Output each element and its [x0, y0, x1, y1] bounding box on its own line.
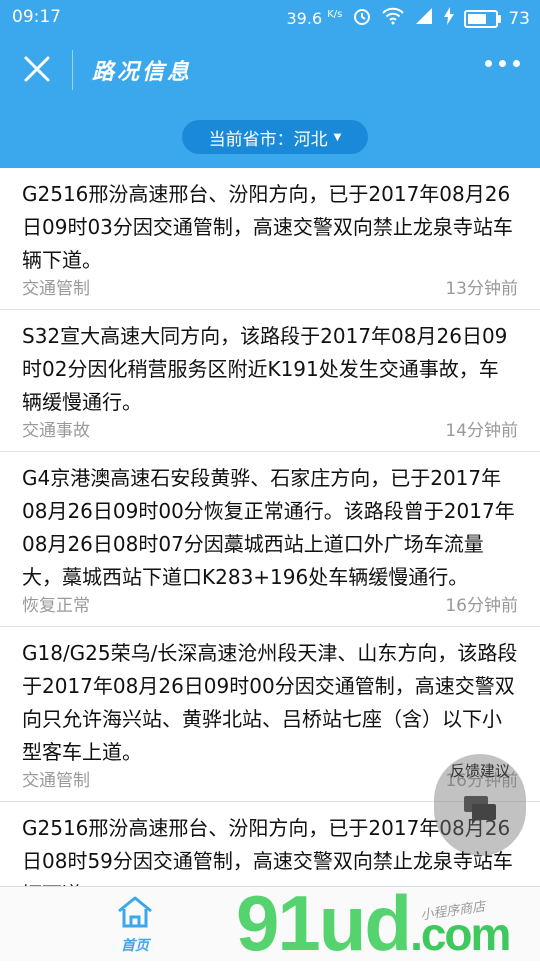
list-item[interactable]: G2516邢汾高速邢台、汾阳方向，已于2017年08月26日09时03分因交通管… [0, 168, 540, 310]
watermark-main: 91ud [236, 879, 412, 967]
item-time: 16分钟前 [445, 596, 518, 616]
province-bar: 当前省市：河北 ▼ [0, 106, 540, 168]
speed-value: 39.6 [286, 9, 323, 28]
battery-icon [464, 9, 502, 28]
item-category: 交通管制 [22, 771, 90, 791]
item-text: G18/G25荣乌/长深高速沧州段天津、山东方向，该路段于2017年08月26日… [22, 641, 518, 764]
home-label: 首页 [121, 938, 149, 954]
wifi-icon [382, 7, 405, 30]
signal-icon [414, 7, 434, 30]
nav-home[interactable]: 首页 [110, 895, 160, 955]
alarm-icon [352, 6, 372, 31]
title-bar: 路况信息 [0, 34, 540, 106]
list-item[interactable]: S32宣大高速大同方向，该路段于2017年08月26日09时02分因化稍营服务区… [0, 310, 540, 452]
speed-unit: K/s [327, 9, 343, 20]
home-icon [115, 896, 155, 933]
close-icon[interactable] [22, 54, 52, 84]
item-category: 恢复正常 [22, 596, 90, 616]
charging-icon [444, 7, 455, 30]
network-speed: 39.6 K/s [287, 9, 343, 28]
item-time: 14分钟前 [445, 421, 518, 441]
item-time: 13分钟前 [445, 279, 518, 299]
more-options-icon[interactable] [485, 60, 520, 67]
item-text: S32宣大高速大同方向，该路段于2017年08月26日09时02分因化稍营服务区… [22, 324, 508, 414]
chat-icon [462, 794, 498, 830]
caret-down-icon: ▼ [333, 131, 342, 143]
watermark-logo: 91ud.com [236, 878, 511, 969]
item-text: G4京港澳高速石安段黄骅、石家庄方向，已于2017年08月26日09时00分恢复… [22, 466, 515, 589]
province-selector-button[interactable]: 当前省市：河北 ▼ [182, 120, 368, 154]
status-icons: 39.6 K/s 73 [287, 6, 530, 31]
feedback-label: 反馈建议 [449, 762, 510, 780]
list-item[interactable]: G4京港澳高速石安段黄骅、石家庄方向，已于2017年08月26日09时00分恢复… [0, 452, 540, 627]
item-category: 交通管制 [22, 279, 90, 299]
status-bar: 09:17 39.6 K/s 73 [0, 0, 540, 34]
title-divider [72, 50, 73, 90]
status-time: 09:17 [12, 7, 61, 27]
item-category: 交通事故 [22, 421, 90, 441]
item-text: G2516邢汾高速邢台、汾阳方向，已于2017年08月26日09时03分因交通管… [22, 182, 513, 272]
feedback-button[interactable]: 反馈建议 [434, 754, 526, 856]
battery-percent: 73 [508, 8, 530, 29]
province-label: 当前省市：河北 [208, 129, 328, 150]
page-title: 路况信息 [92, 60, 193, 85]
